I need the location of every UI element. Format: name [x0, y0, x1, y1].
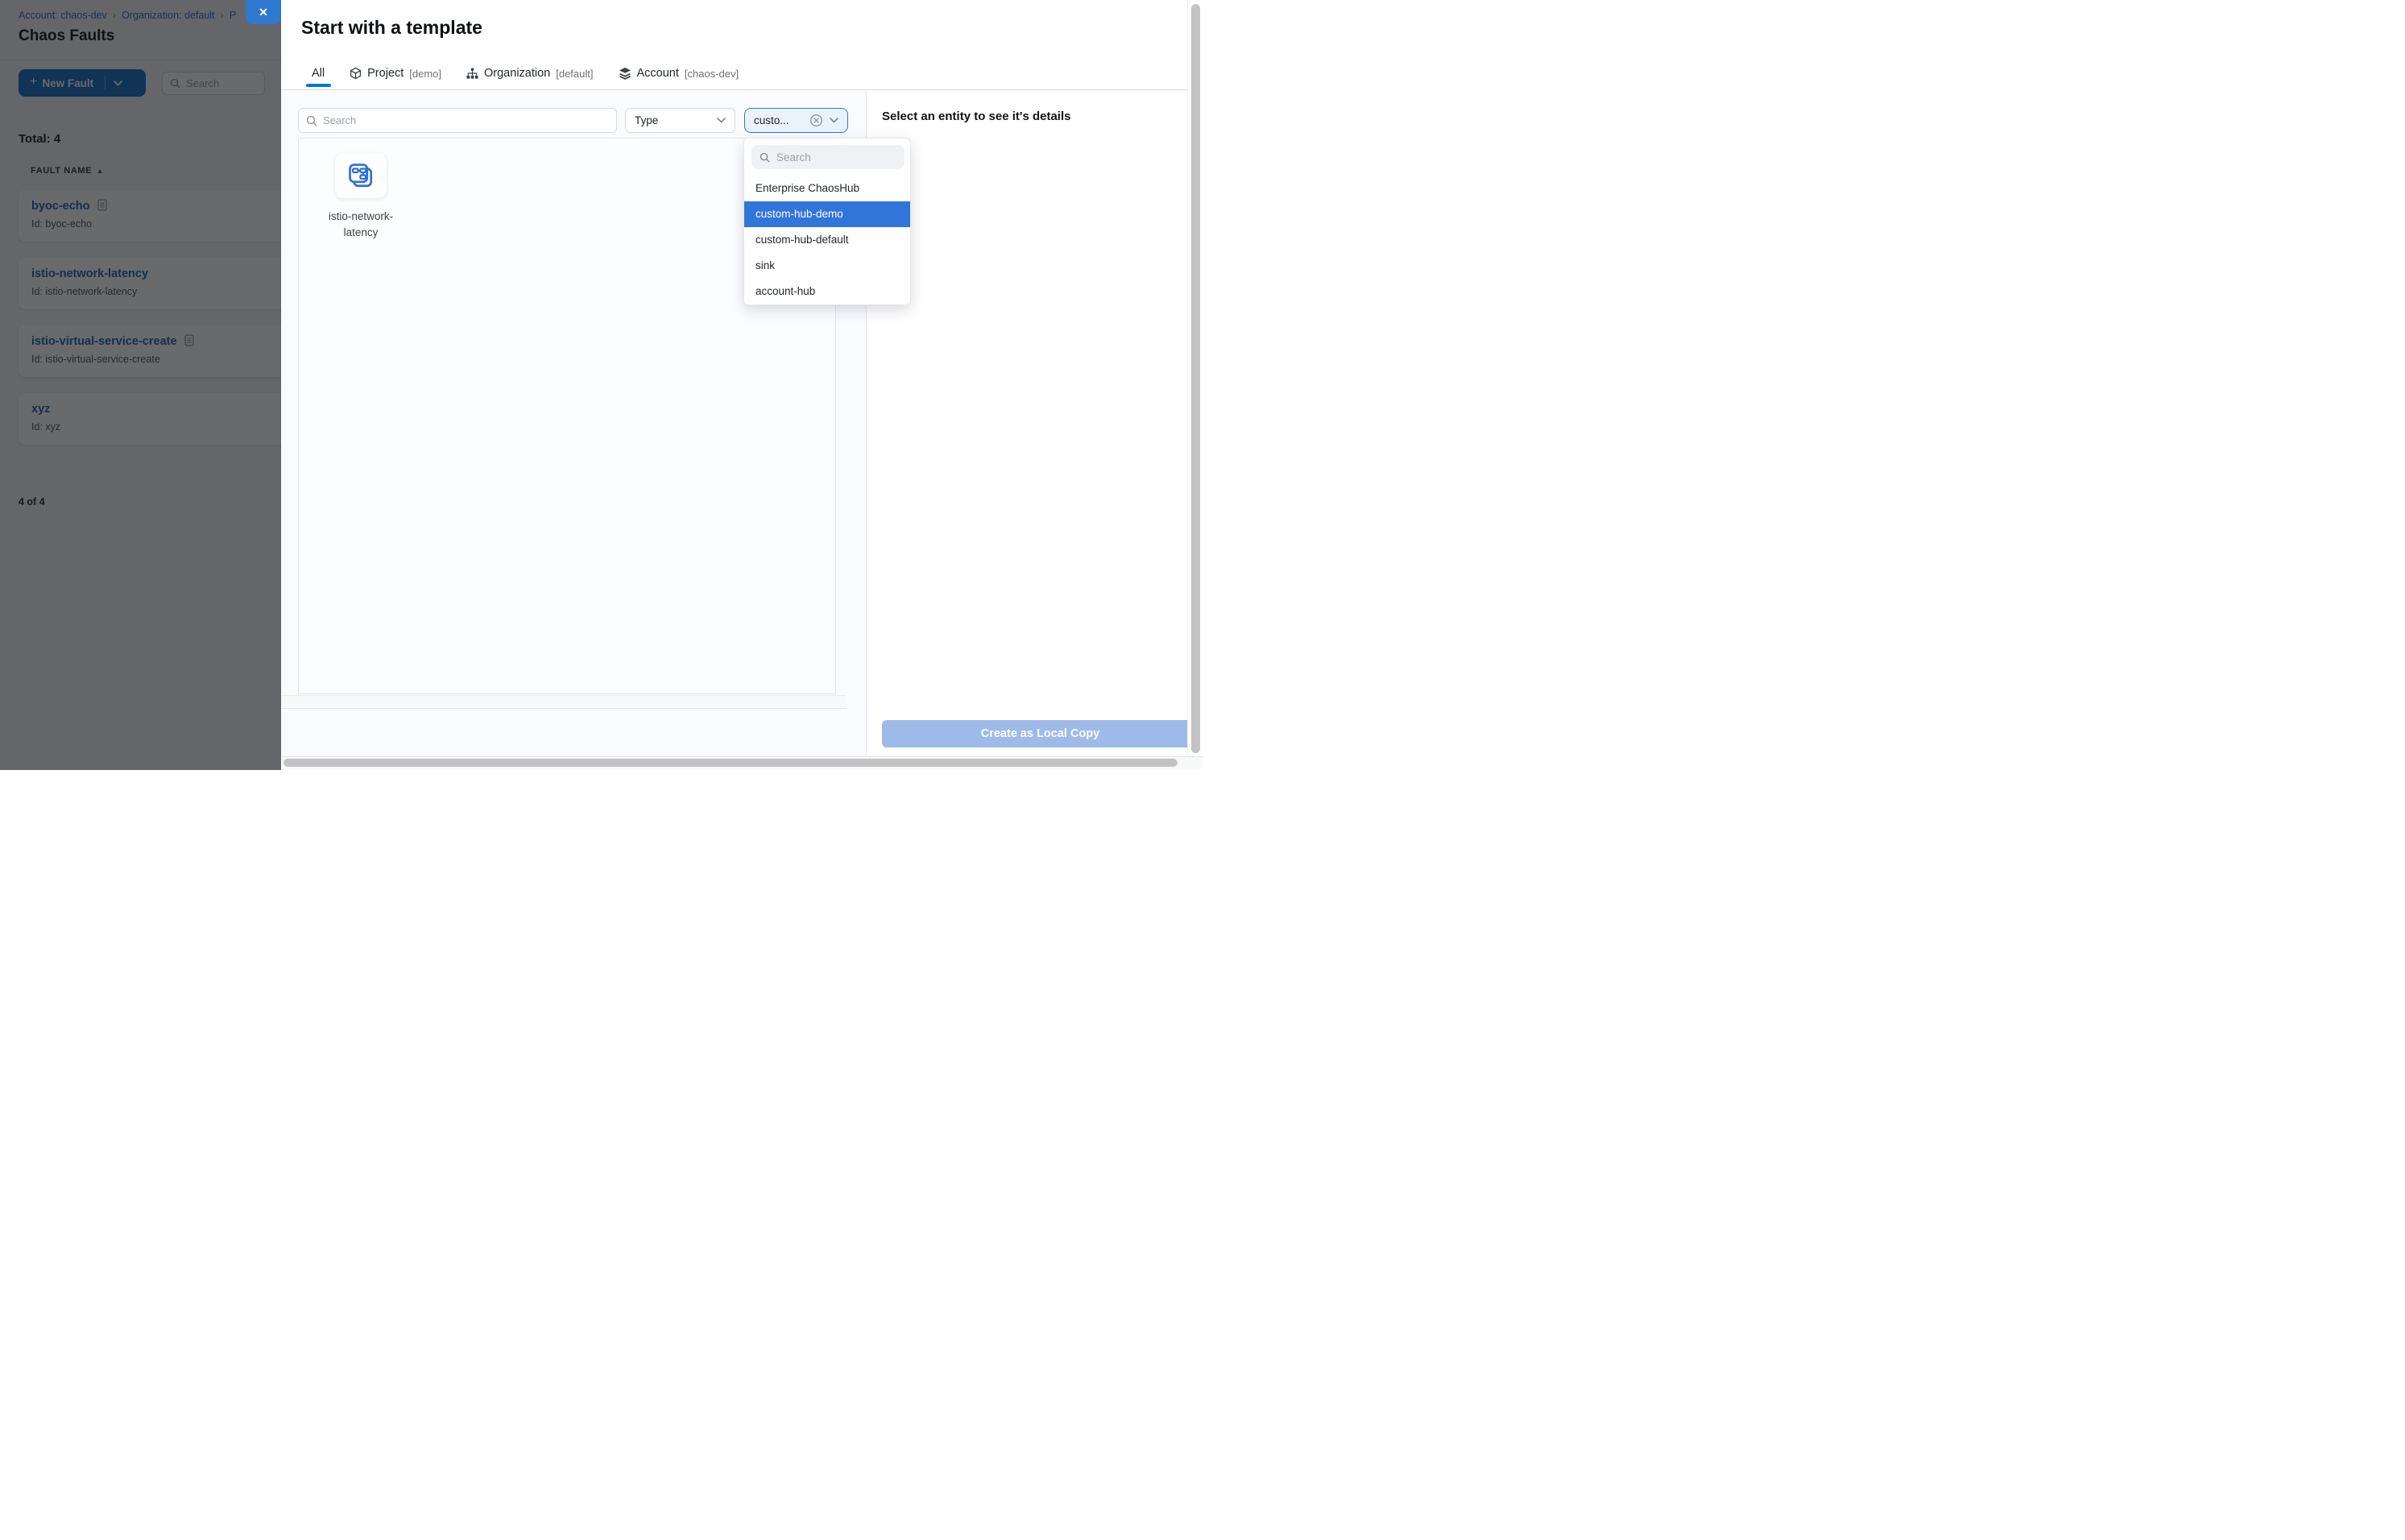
tab-badge: [demo] [409, 68, 441, 80]
option-sink[interactable]: sink [744, 253, 910, 279]
app-window: Account: chaos-dev›Organization: default… [0, 0, 1202, 770]
chevron-down-icon [717, 118, 726, 123]
chaoshub-filter-select[interactable]: custo... [744, 108, 848, 133]
tab-badge: [chaos-dev] [685, 68, 739, 80]
hierarchy-icon [466, 68, 478, 80]
dropdown-search-input[interactable] [776, 151, 896, 164]
vertical-scrollbar-thumb[interactable] [1191, 4, 1200, 753]
option-enterprise-chaoshub[interactable]: Enterprise ChaosHub [744, 176, 910, 201]
close-button[interactable]: ✕ [246, 0, 281, 24]
option-account-hub[interactable]: account-hub [744, 279, 910, 304]
search-icon [760, 152, 770, 163]
details-placeholder-text: Select an entity to see it's details [882, 110, 1071, 123]
bottom-edge [281, 768, 1202, 770]
active-tab-indicator [306, 84, 331, 87]
layers-icon [619, 67, 631, 80]
create-as-local-copy-button[interactable]: Create as Local Copy [882, 720, 1198, 747]
template-stack-icon [335, 153, 387, 198]
dropdown-options: Enterprise ChaosHub custom-hub-demo cust… [744, 176, 910, 304]
tab-badge: [default] [556, 68, 593, 80]
option-custom-hub-default[interactable]: custom-hub-default [744, 227, 910, 253]
grid-scrollbar-strip[interactable] [281, 695, 847, 709]
template-card-label: istio-network-latency [313, 209, 408, 241]
modal-title: Start with a template [301, 17, 482, 39]
chaoshub-dropdown-menu: Enterprise ChaosHub custom-hub-demo cust… [743, 138, 911, 305]
tab-project[interactable]: Project[demo] [350, 67, 441, 80]
cube-icon [350, 67, 362, 80]
tab-all[interactable]: All [312, 67, 325, 80]
scope-tabs: All Project[demo] Organization[default] … [312, 63, 739, 84]
entity-details-panel: Select an entity to see it's details Cre… [867, 90, 1202, 756]
start-with-template-modal: ✕ Start with a template All Project[demo… [281, 0, 1202, 770]
close-icon: ✕ [259, 6, 268, 19]
tab-organization[interactable]: Organization[default] [466, 67, 593, 80]
clear-filter-icon[interactable] [809, 114, 823, 127]
template-card-istio-network-latency[interactable]: istio-network-latency [300, 153, 421, 241]
horizontal-scrollbar[interactable] [281, 756, 1202, 768]
dropdown-search [751, 145, 904, 169]
tab-account[interactable]: Account[chaos-dev] [619, 67, 739, 80]
vertical-scrollbar[interactable] [1187, 0, 1202, 756]
type-filter-select[interactable]: Type [625, 108, 735, 133]
horizontal-scrollbar-thumb[interactable] [284, 759, 1178, 767]
template-search-input[interactable] [323, 114, 609, 126]
chevron-down-icon [830, 118, 838, 123]
template-search [298, 108, 617, 133]
option-custom-hub-demo[interactable]: custom-hub-demo [744, 201, 910, 227]
search-icon [306, 115, 317, 126]
